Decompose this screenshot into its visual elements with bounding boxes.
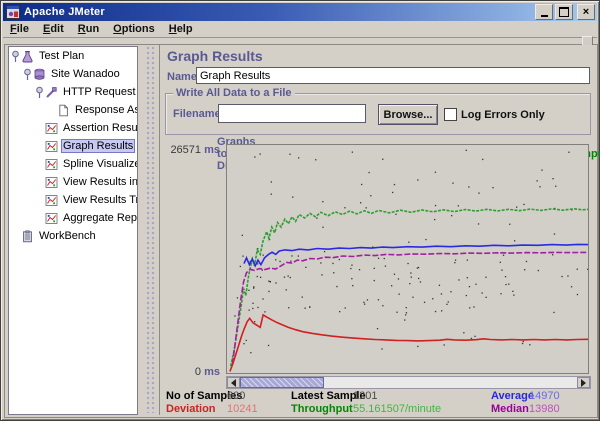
thread-group-icon xyxy=(33,68,46,81)
window-title: Apache JMeter xyxy=(24,6,105,18)
tree-item-label[interactable]: Assertion Results xyxy=(61,121,138,135)
tree-item-workbench[interactable]: WorkBench xyxy=(9,227,137,245)
tree-item-label[interactable]: HTTP Request xyxy=(61,85,138,99)
tree-item-view-results-in-table[interactable]: View Results in Table xyxy=(9,173,137,191)
maximize-icon xyxy=(559,7,569,17)
tree-item-spline-visualizer[interactable]: Spline Visualizer xyxy=(9,155,137,173)
series-line-average xyxy=(244,244,588,265)
scroll-right-icon xyxy=(581,379,590,387)
menu-options[interactable]: Options xyxy=(106,22,162,36)
scroll-left-icon xyxy=(227,379,236,387)
scroll-left-button[interactable] xyxy=(227,377,240,388)
stat-value-throughput: 55.161507/minute xyxy=(353,403,441,415)
scrollbar-thumb[interactable] xyxy=(240,377,324,388)
name-input[interactable] xyxy=(196,67,590,84)
stat-value-deviation: 10241 xyxy=(227,403,258,415)
tree-item-view-results-tree[interactable]: View Results Tree xyxy=(9,191,137,209)
stat-label-average: Average xyxy=(491,390,534,402)
workbench-icon xyxy=(21,230,34,243)
tree-item-aggregate-report[interactable]: Aggregate Report xyxy=(9,209,137,227)
listener-icon xyxy=(45,194,58,207)
filename-label: Filename xyxy=(173,108,221,120)
minimize-icon xyxy=(541,15,548,17)
menu-bar: FileEditRunOptionsHelp xyxy=(3,21,597,38)
tree-item-label[interactable]: Graph Results xyxy=(61,139,135,153)
y-axis-max-label: 26571 ms xyxy=(160,144,220,156)
scroll-right-button[interactable] xyxy=(577,377,590,388)
stat-label-median: Median xyxy=(491,403,529,415)
tree-item-label[interactable]: Spline Visualizer xyxy=(61,157,138,171)
horizontal-scrollbar[interactable] xyxy=(226,376,591,389)
assertion-icon xyxy=(57,104,70,117)
tree-item-label[interactable]: Test Plan xyxy=(37,49,86,63)
tree-item-assertion-results[interactable]: Assertion Results xyxy=(9,119,137,137)
stat-value-average: 14970 xyxy=(529,390,560,402)
tree-item-response-assertion[interactable]: Response Assertion xyxy=(9,101,137,119)
close-icon: × xyxy=(583,7,589,17)
log-errors-label: Log Errors Only xyxy=(461,109,545,121)
write-data-groupbox: Write All Data to a File Filename Browse… xyxy=(165,93,591,135)
series-line-deviation xyxy=(230,315,588,372)
title-bar: Apache JMeter × xyxy=(3,3,597,21)
log-errors-checkbox[interactable] xyxy=(444,108,457,121)
stat-value-latest-sample: 1201 xyxy=(353,390,377,402)
tree-item-label[interactable]: Site Wanadoo xyxy=(49,67,122,81)
listener-icon xyxy=(45,176,58,189)
tree-item-graph-results[interactable]: Graph Results xyxy=(9,137,137,155)
menu-help[interactable]: Help xyxy=(162,22,200,36)
series-line-median xyxy=(232,252,588,364)
listener-icon xyxy=(45,122,58,135)
stat-value-median: 13980 xyxy=(529,403,560,415)
app-icon xyxy=(6,5,20,19)
menu-file[interactable]: File xyxy=(3,22,36,36)
test-plan-tree: Test Plan Site Wanadoo HTTP Request Respons… xyxy=(8,46,138,415)
tree-item-label[interactable]: Aggregate Report xyxy=(61,211,138,225)
y-axis-min-label: 0 ms xyxy=(160,366,220,378)
stats-panel: No of Samples600Latest Sample1201Average… xyxy=(160,390,596,415)
test-plan-icon xyxy=(21,50,34,63)
stat-value-no-of-samples: 600 xyxy=(227,390,245,402)
filename-input[interactable] xyxy=(218,104,366,123)
tree-item-test-plan[interactable]: Test Plan xyxy=(9,47,137,65)
tree-item-label[interactable]: WorkBench xyxy=(37,229,98,243)
tree-item-label[interactable]: View Results Tree xyxy=(61,193,138,207)
tree-item-site-wanadoo[interactable]: Site Wanadoo xyxy=(9,65,137,83)
close-button[interactable]: × xyxy=(577,4,595,20)
tree-expander-icon[interactable] xyxy=(23,68,33,81)
maximize-button[interactable] xyxy=(555,4,573,20)
browse-button[interactable]: Browse... xyxy=(378,104,438,125)
graph-results-panel: Graph Results Name: Write All Data to a … xyxy=(159,45,596,415)
page-title: Graph Results xyxy=(167,48,263,64)
menu-run[interactable]: Run xyxy=(71,22,106,36)
listener-icon xyxy=(45,158,58,171)
tree-item-label[interactable]: Response Assertion xyxy=(73,103,138,117)
tree-item-label[interactable]: View Results in Table xyxy=(61,175,138,189)
tree-expander-icon[interactable] xyxy=(35,86,45,99)
stat-label-throughput: Throughput xyxy=(291,403,353,415)
graph-plot-area xyxy=(226,144,589,374)
sampler-icon xyxy=(45,86,58,99)
series-line-throughput xyxy=(231,209,588,366)
groupbox-legend: Write All Data to a File xyxy=(173,87,295,99)
splitpane-divider[interactable] xyxy=(146,46,157,413)
tree-expander-icon[interactable] xyxy=(11,50,21,63)
listener-icon xyxy=(45,212,58,225)
tree-item-http-request[interactable]: HTTP Request xyxy=(9,83,137,101)
stat-label-deviation: Deviation xyxy=(166,403,216,415)
listener-icon xyxy=(45,140,58,153)
minimize-button[interactable] xyxy=(535,4,553,20)
scrollbar-track[interactable] xyxy=(240,377,577,388)
menu-edit[interactable]: Edit xyxy=(36,22,71,36)
